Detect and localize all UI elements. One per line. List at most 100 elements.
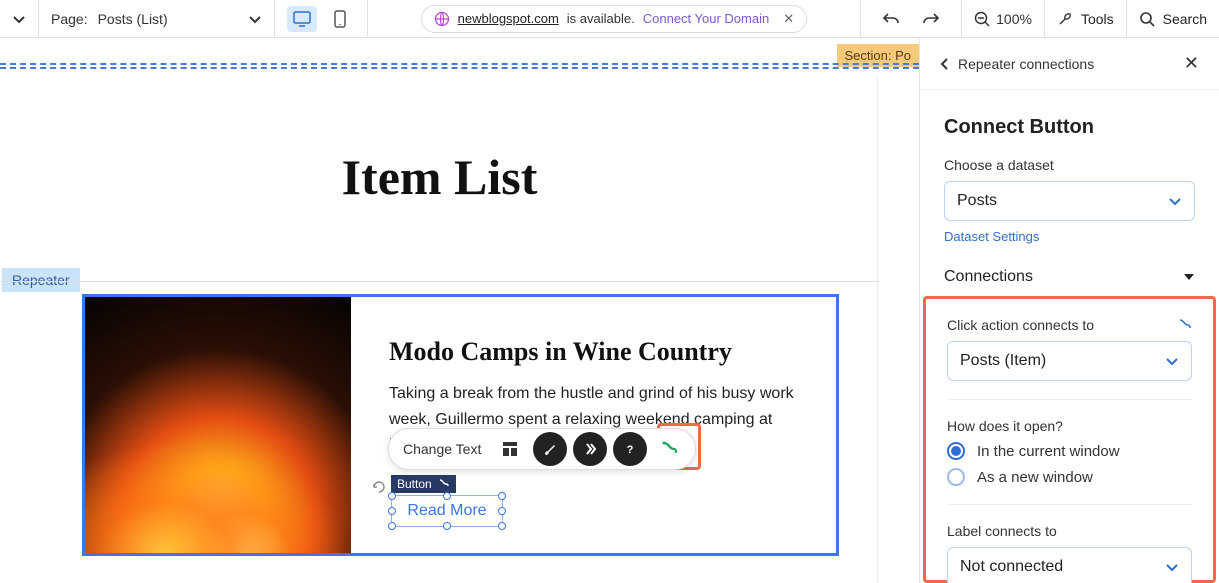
- divider: [947, 504, 1192, 505]
- svg-text:?: ?: [627, 444, 634, 456]
- section-boundary: [0, 63, 919, 69]
- search-icon: [1139, 11, 1155, 27]
- connections-header-label: Connections: [944, 268, 1033, 286]
- resize-handle[interactable]: [498, 492, 506, 500]
- element-tag-button[interactable]: Button: [391, 475, 456, 493]
- chevron-down-icon: [1165, 560, 1179, 574]
- search-label: Search: [1163, 11, 1207, 27]
- undo-icon: [882, 11, 900, 27]
- open-mode-label: How does it open?: [947, 418, 1192, 434]
- click-action-dropdown[interactable]: Posts (Item): [947, 341, 1192, 381]
- connections-header[interactable]: Connections: [944, 268, 1195, 286]
- repeater-item[interactable]: Modo Camps in Wine Country Taking a brea…: [82, 294, 839, 556]
- redo-button[interactable]: [913, 0, 949, 37]
- wrench-icon: [1057, 11, 1073, 27]
- undo-button[interactable]: [873, 0, 909, 37]
- element-action-bar: Change Text ?: [388, 428, 696, 470]
- item-image[interactable]: [85, 297, 351, 553]
- repeater-tag[interactable]: Repeater: [2, 268, 80, 292]
- open-current-window-radio[interactable]: In the current window: [947, 442, 1192, 460]
- dataset-value: Posts: [957, 192, 997, 210]
- revert-icon[interactable]: [371, 479, 387, 495]
- paintbrush-icon: [542, 441, 558, 457]
- label-connects-dropdown[interactable]: Not connected: [947, 547, 1192, 583]
- tools-label: Tools: [1081, 11, 1114, 27]
- search-button[interactable]: Search: [1127, 0, 1219, 37]
- page-title[interactable]: Item List: [0, 148, 879, 206]
- connect-data-icon: [660, 439, 680, 459]
- change-text-button[interactable]: Change Text: [403, 441, 489, 457]
- resize-handle[interactable]: [388, 492, 396, 500]
- divider: [947, 399, 1192, 400]
- open-current-label: In the current window: [977, 443, 1120, 460]
- question-icon: ?: [622, 441, 638, 457]
- help-button[interactable]: ?: [613, 432, 647, 466]
- resize-handle[interactable]: [443, 522, 451, 530]
- animation-button[interactable]: [573, 432, 607, 466]
- panel-breadcrumb: Repeater connections: [958, 56, 1094, 72]
- desktop-view-button[interactable]: [287, 6, 317, 32]
- divider: [0, 281, 879, 282]
- zoom-value: 100%: [996, 11, 1032, 27]
- click-action-value: Posts (Item): [960, 352, 1046, 370]
- radio-checked-icon: [947, 442, 965, 460]
- mobile-icon: [334, 10, 346, 28]
- panel-back-button[interactable]: Repeater connections: [940, 56, 1094, 72]
- design-button[interactable]: [533, 432, 567, 466]
- domain-name: newblogspot.com: [458, 11, 559, 26]
- layout-button[interactable]: [493, 432, 527, 466]
- page-selector[interactable]: Page: Posts (List): [39, 0, 275, 37]
- panel-header: Repeater connections ✕: [920, 38, 1219, 90]
- close-icon[interactable]: ✕: [783, 11, 794, 27]
- resize-handle[interactable]: [388, 522, 396, 530]
- panel-body: Connect Button Choose a dataset Posts Da…: [920, 90, 1219, 286]
- connect-domain-link[interactable]: Connect Your Domain: [643, 11, 769, 26]
- history-controls: [861, 0, 962, 37]
- resize-handle[interactable]: [443, 492, 451, 500]
- connect-mini-icon: [1178, 318, 1192, 332]
- layout-icon: [501, 440, 519, 458]
- label-connects-label: Label connects to: [947, 523, 1192, 539]
- zoom-control[interactable]: 100%: [962, 0, 1045, 37]
- connections-panel: Repeater connections ✕ Connect Button Ch…: [919, 38, 1219, 583]
- element-tag-label: Button: [397, 477, 432, 491]
- mobile-view-button[interactable]: [325, 6, 355, 32]
- choose-dataset-label: Choose a dataset: [944, 157, 1195, 173]
- dataset-dropdown[interactable]: Posts: [944, 181, 1195, 221]
- caret-down-icon: [1183, 271, 1195, 283]
- chevron-left-icon: [940, 58, 950, 70]
- device-switcher: [275, 0, 368, 37]
- globe-icon: [434, 11, 450, 27]
- panel-close-button[interactable]: ✕: [1184, 53, 1199, 74]
- highlighted-section: Click action connects to Posts (Item) Ho…: [923, 296, 1216, 583]
- radio-unchecked-icon: [947, 468, 965, 486]
- redo-icon: [922, 11, 940, 27]
- zoom-out-icon: [974, 11, 990, 27]
- editor-canvas: Section: Po Item List Repeater Modo Camp…: [0, 38, 919, 583]
- resize-handle[interactable]: [498, 522, 506, 530]
- read-more-label: Read More: [407, 502, 486, 520]
- domain-pill[interactable]: newblogspot.com is available. Connect Yo…: [421, 5, 808, 33]
- tools-button[interactable]: Tools: [1045, 0, 1127, 37]
- read-more-button[interactable]: Read More: [391, 495, 503, 527]
- menu-toggle[interactable]: [0, 0, 39, 37]
- desktop-icon: [293, 11, 311, 27]
- domain-bar: newblogspot.com is available. Connect Yo…: [368, 0, 862, 37]
- connect-icon: [438, 478, 450, 490]
- animation-icon: [582, 441, 598, 457]
- open-new-label: As a new window: [977, 469, 1093, 486]
- resize-handle[interactable]: [498, 507, 506, 515]
- connect-data-button[interactable]: [653, 432, 687, 466]
- top-toolbar: Page: Posts (List) newblogspot.com is av…: [0, 0, 1219, 38]
- resize-handle[interactable]: [388, 507, 396, 515]
- chevron-down-icon: [12, 12, 26, 26]
- item-title[interactable]: Modo Camps in Wine Country: [389, 337, 806, 367]
- chevron-down-icon: [1168, 194, 1182, 208]
- panel-title: Connect Button: [944, 116, 1195, 139]
- open-new-window-radio[interactable]: As a new window: [947, 468, 1192, 486]
- page-name: Posts (List): [98, 11, 168, 27]
- label-connects-value: Not connected: [960, 558, 1063, 576]
- dataset-settings-link[interactable]: Dataset Settings: [944, 229, 1039, 244]
- page-label: Page:: [51, 11, 88, 27]
- chevron-down-icon: [1165, 354, 1179, 368]
